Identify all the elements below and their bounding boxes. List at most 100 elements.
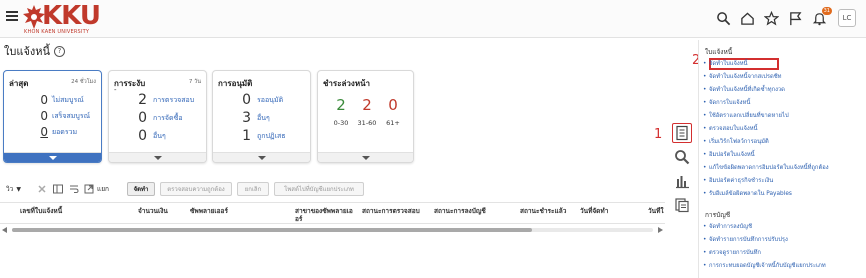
task-link[interactable]: จัดทำใบแจ้งหนี้จากสเปรดชีท — [703, 73, 781, 81]
task-link[interactable]: ตรวจสอบใบแจ้งหนี้ — [703, 125, 757, 133]
column-header[interactable]: สถานะการตรวจสอบ — [362, 207, 424, 215]
task-link[interactable]: ใช้อัตราแลกเปลี่ยนที่ขาดหายไป — [703, 112, 789, 120]
logo-subtitle: KHON KAEN UNIVERSITY — [24, 29, 90, 35]
column-header[interactable]: สาขาของซัพพลายเออร์ — [295, 207, 355, 223]
menu-icon[interactable] — [6, 11, 18, 21]
aging-bucket[interactable]: 2 0-30 — [330, 96, 352, 127]
page-title-text: ใบแจ้งหนี้ — [4, 45, 51, 58]
tasks-panel-button[interactable] — [672, 123, 692, 143]
infolet-expand-bar[interactable] — [318, 152, 413, 162]
tasks-list-icon — [676, 125, 688, 141]
column-header[interactable]: วันที่จัดทำ — [580, 207, 630, 215]
column-header[interactable]: เลขที่ใบแจ้งหนี้ — [20, 207, 110, 215]
column-header[interactable]: จำนวนเงิน — [138, 207, 188, 215]
bell-icon[interactable]: 31 — [810, 7, 832, 27]
flag-icon[interactable] — [786, 9, 804, 27]
help-icon[interactable]: ? — [54, 45, 66, 57]
home-icon[interactable] — [738, 9, 756, 27]
task-link[interactable]: จัดทำการลงบัญชี — [703, 223, 752, 231]
infolet-label[interactable]: อื่นๆ — [153, 129, 166, 143]
infolet-value: 0 — [40, 93, 48, 107]
detach-button[interactable]: แยก — [84, 181, 109, 197]
infolet-expand-bar[interactable] — [4, 152, 101, 162]
task-link[interactable]: จัดทำใบแจ้งหนี้ที่เกิดซ้ำทุกงวด — [703, 86, 785, 94]
cancel-invoice-button[interactable]: ยกเลิก — [237, 182, 269, 196]
kku-logo[interactable]: KKU KHON KAEN UNIVERSITY — [22, 2, 102, 36]
invoice-table-header: เลขที่ใบแจ้งหนี้ จำนวนเงิน ซัพพลายเออร์ … — [0, 202, 665, 224]
user-avatar[interactable]: LC — [838, 9, 856, 27]
infolet-label[interactable]: เสร็จสมบูรณ์ — [52, 109, 90, 123]
infolet-value: 0 — [138, 128, 147, 144]
infolet-label[interactable]: ไม่สมบูรณ์ — [52, 93, 84, 107]
infolet-label[interactable]: ถูกปฏิเสธ — [257, 129, 286, 143]
infolet-recent[interactable]: ล่าสุด 24 ชั่วโมง 0 ไม่สมบูรณ์ 0 เสร็จสม… — [3, 70, 102, 163]
wrap-text-icon[interactable] — [68, 183, 80, 195]
infolet-label[interactable]: การจัดซื้อ — [153, 111, 183, 125]
scroll-right-icon[interactable] — [658, 227, 663, 233]
star-icon[interactable] — [762, 9, 780, 27]
task-link[interactable]: จัดทำรายการบันทึกการปรับปรุง — [703, 236, 788, 244]
infolet-holds-period: 7 วัน — [188, 79, 201, 85]
infolet-row[interactable]: 0 ยอดรวม — [4, 125, 101, 139]
infolet-expand-bar[interactable] — [109, 152, 206, 162]
infolet-holds[interactable]: การระงับ 7 วัน - 2 การตรวจสอบ 0 การจัดซื… — [108, 70, 207, 163]
panel-tool-strip — [668, 117, 696, 217]
task-link[interactable]: จัดการใบแจ้งหนี้ — [703, 99, 750, 107]
search-icon — [675, 150, 690, 165]
aging-bucket[interactable]: 2 31-60 — [356, 96, 378, 127]
close-icon[interactable] — [36, 183, 48, 195]
reports-panel-button[interactable] — [672, 171, 692, 191]
infolet-value: 0 — [40, 109, 48, 123]
infolet-row[interactable]: 0 ไม่สมบูรณ์ — [4, 93, 101, 107]
task-link[interactable]: อิมปอร์ตใบแจ้งหนี้ — [703, 151, 755, 159]
infolet-value: 3 — [242, 110, 251, 126]
horizontal-scrollbar[interactable] — [0, 226, 665, 234]
search-panel-button[interactable] — [672, 147, 692, 167]
infolet-value: 0 — [138, 110, 147, 126]
infolet-row[interactable]: 2 การตรวจสอบ — [109, 93, 206, 107]
infolet-row[interactable]: 0 การจัดซื้อ — [109, 111, 206, 125]
infolet-due[interactable]: ชำระล่วงหน้า 2 0-30 2 31-60 0 61+ — [317, 70, 414, 163]
column-header[interactable]: สถานะการลงบัญชี — [434, 207, 504, 215]
scroll-left-icon[interactable] — [2, 227, 7, 233]
infolet-row[interactable]: 0 เสร็จสมบูรณ์ — [4, 109, 101, 123]
view-menu[interactable]: วิว ▼ — [6, 181, 21, 197]
chevron-down-icon — [361, 156, 370, 160]
notification-count-badge: 31 — [821, 7, 832, 15]
infolet-label[interactable]: รออนุมัติ — [257, 93, 283, 107]
validate-button[interactable]: ตรวจสอบความถูกต้อง — [160, 182, 232, 196]
infolet-label[interactable]: การตรวจสอบ — [153, 93, 194, 107]
infolet-row[interactable]: 3 อื่นๆ — [213, 111, 310, 125]
infolet-label[interactable]: ยอดรวม — [52, 125, 77, 139]
infolet-expand-bar[interactable] — [213, 152, 310, 162]
column-header[interactable]: ซัพพลายเออร์ — [190, 207, 270, 215]
task-create-invoice[interactable]: จัดทำใบแจ้งหนี้ — [703, 60, 747, 68]
infolet-row[interactable]: 1 ถูกปฏิเสธ — [213, 129, 310, 143]
documents-panel-button[interactable] — [672, 195, 692, 215]
task-link[interactable]: แก้ไขข้อผิดพลาดการอิมปอร์ตใบแจ้งหนี้ที่ถ… — [703, 164, 829, 172]
task-link[interactable]: เริ่มเวิร์กโฟลว์การอนุมัติ — [703, 138, 769, 146]
infolet-row[interactable]: 0 อื่นๆ — [109, 129, 206, 143]
scrollbar-thumb[interactable] — [12, 228, 532, 232]
freeze-column-icon[interactable] — [52, 183, 64, 195]
task-link[interactable]: รับอีเมล์ข้อผิดพลาดใน Payables — [703, 190, 792, 198]
task-link[interactable]: อิมปอร์ตค่าธุรกิจชำระเงิน — [703, 177, 773, 185]
aging-bucket[interactable]: 0 61+ — [382, 96, 404, 127]
infolet-value: 2 — [138, 92, 147, 108]
infolet-label[interactable]: อื่นๆ — [257, 111, 270, 125]
detach-label: แยก — [97, 185, 109, 193]
aging-range: 61+ — [386, 119, 400, 127]
infolet-row[interactable]: 0 รออนุมัติ — [213, 93, 310, 107]
infolet-approvals[interactable]: การอนุมัติ 0 รออนุมัติ 3 อื่นๆ 1 ถูกปฏิเ… — [212, 70, 311, 163]
documents-icon — [675, 198, 689, 213]
column-header[interactable]: วันที่ใ — [648, 207, 664, 215]
task-link[interactable]: ตรวจดูรายการบันทึก — [703, 249, 761, 257]
infolet-holds-title: การระงับ — [114, 79, 146, 88]
task-link[interactable]: การกระทบยอดบัญชีเจ้าหนี้กับบัญชีแยกประเภ… — [703, 262, 826, 270]
post-to-ledger-button[interactable]: โพสต์ไปที่บัญชีแยกประเภท — [274, 182, 364, 196]
actions-button[interactable]: จัดทำ — [127, 182, 155, 196]
aging-range: 0-30 — [333, 119, 349, 127]
search-icon[interactable] — [714, 9, 732, 27]
column-header[interactable]: สถานะชำระแล้ว — [520, 207, 578, 215]
infolet-due-title: ชำระล่วงหน้า — [323, 79, 371, 88]
